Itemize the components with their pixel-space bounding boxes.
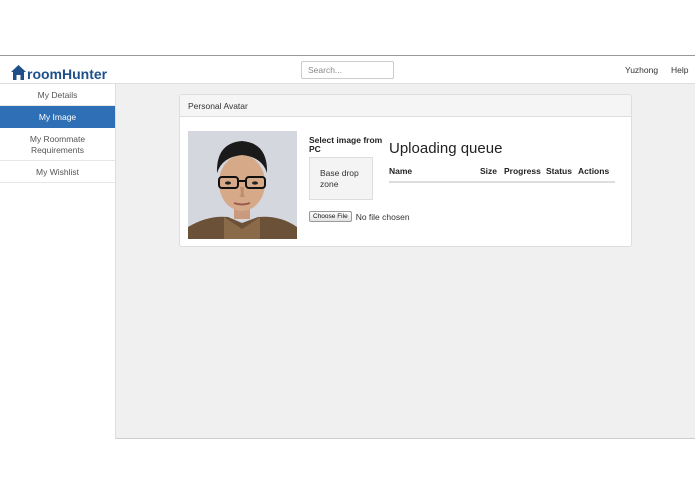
file-status-text: No file chosen [355, 211, 410, 222]
upload-queue-table: Name Size Progress Status Actions [389, 165, 615, 183]
column-header-progress: Progress [504, 165, 546, 183]
brand-name: roomHunter [27, 66, 108, 82]
search-input[interactable] [301, 61, 394, 79]
house-icon [11, 65, 26, 80]
base-drop-zone[interactable]: Base drop zone [309, 157, 373, 200]
uploading-queue-title: Uploading queue [389, 140, 503, 157]
avatar-photo [188, 131, 297, 239]
panel-title: Personal Avatar [180, 95, 631, 117]
brand-logo[interactable]: roomHunter [10, 61, 107, 81]
sidebar-item-my-details[interactable]: My Details [0, 84, 115, 106]
column-header-actions: Actions [578, 165, 615, 183]
top-navbar: roomHunter Yuzhong Help [0, 56, 695, 84]
user-menu-link[interactable]: Yuzhong [625, 65, 658, 75]
sidebar: My Details My Image My Roommate Requirem… [0, 84, 116, 439]
sidebar-item-label: My Image [38, 112, 77, 122]
sidebar-item-label: My Details [37, 90, 78, 100]
sidebar-item-label: My Wishlist [36, 167, 79, 177]
personal-avatar-panel: Personal Avatar Select image from PC Bas… [179, 94, 632, 247]
column-header-status: Status [546, 165, 578, 183]
column-header-name: Name [389, 165, 480, 183]
help-link[interactable]: Help [671, 65, 688, 75]
column-header-size: Size [480, 165, 504, 183]
sidebar-item-label: My Roommate Requirements [29, 134, 86, 155]
file-input: Choose File No file chosen [309, 211, 410, 222]
select-image-label: Select image from PC [309, 135, 383, 154]
app-frame: roomHunter Yuzhong Help My Details My Im… [0, 55, 695, 439]
sidebar-item-my-roommate-requirements[interactable]: My Roommate Requirements [0, 128, 115, 161]
choose-file-button[interactable]: Choose File [309, 211, 352, 222]
sidebar-item-my-wishlist[interactable]: My Wishlist [0, 161, 115, 183]
table-header-row: Name Size Progress Status Actions [389, 165, 615, 183]
sidebar-item-my-image[interactable]: My Image [0, 106, 115, 128]
